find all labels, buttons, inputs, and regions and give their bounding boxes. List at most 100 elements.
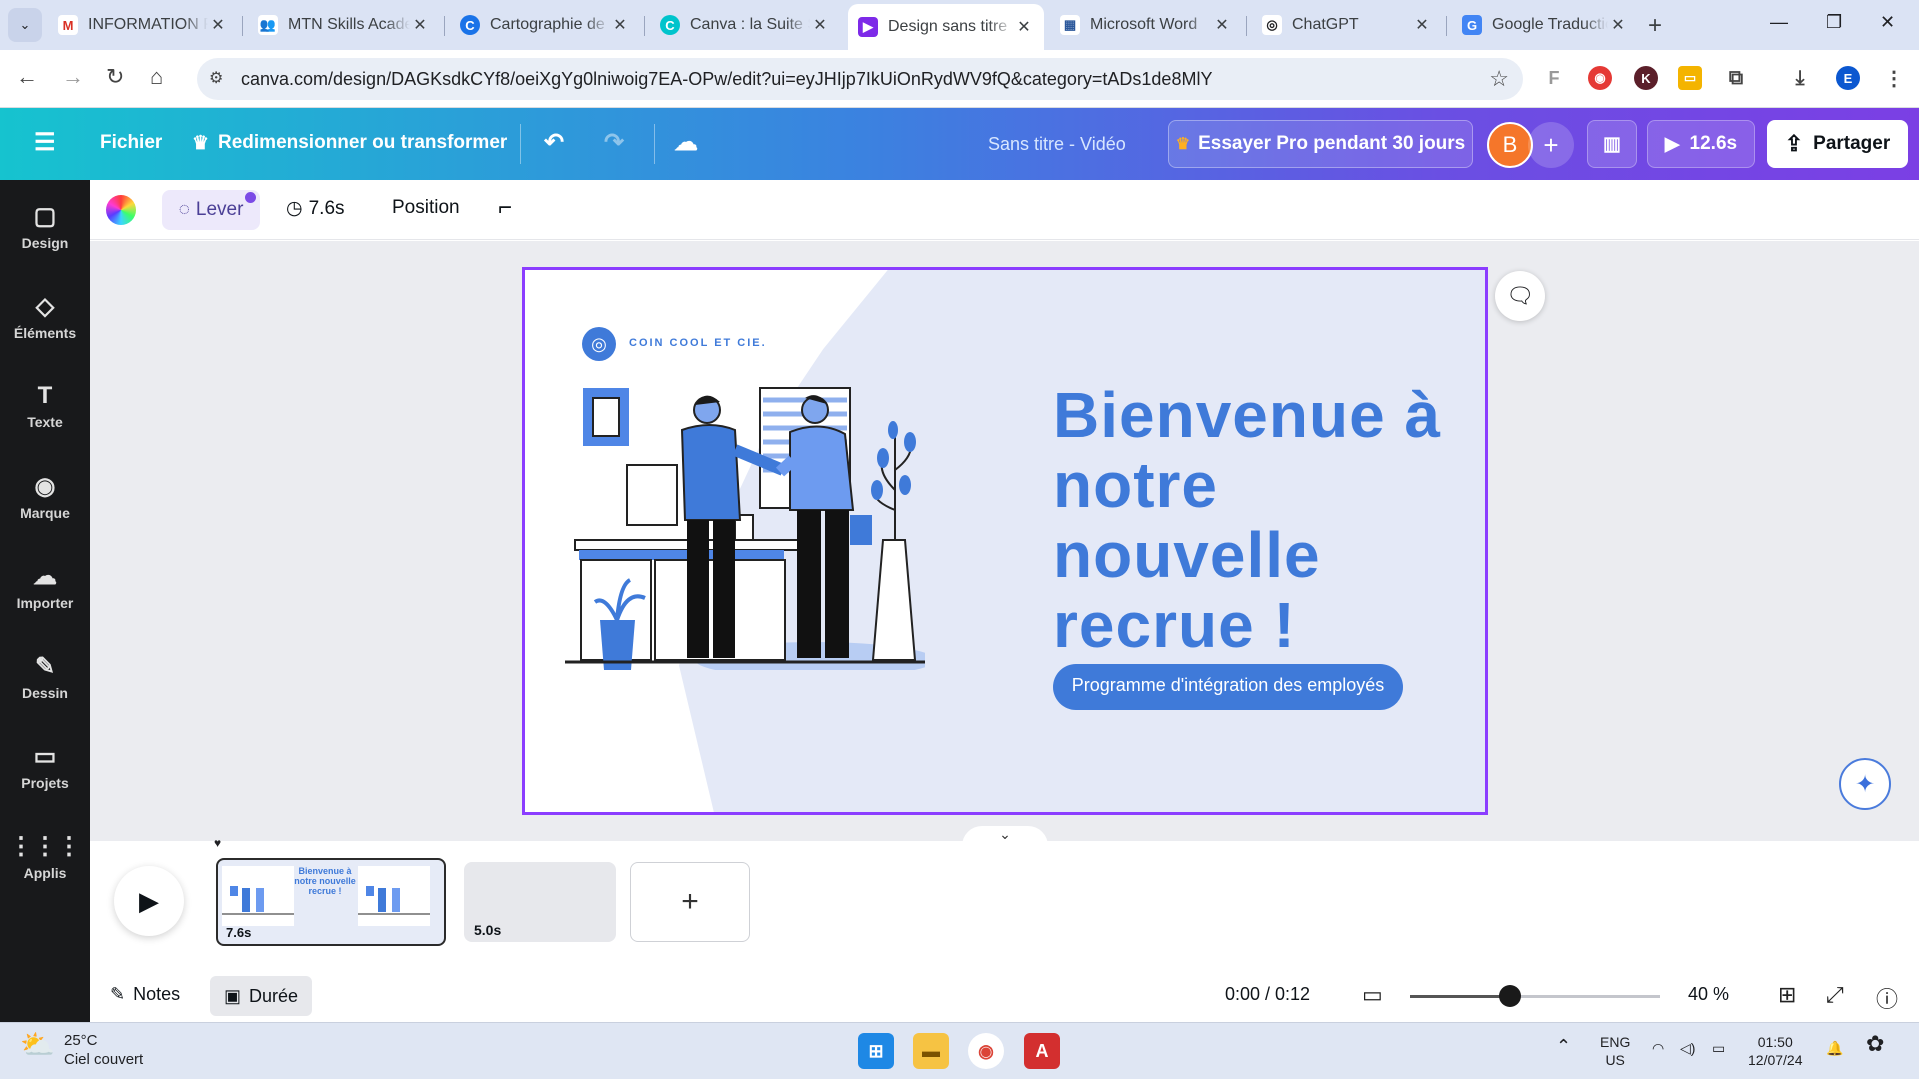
duration-button[interactable]: ◷ 7.6s [286, 197, 345, 220]
new-tab-button[interactable]: + [1648, 12, 1662, 40]
site-info-icon[interactable]: ⚙ [209, 68, 223, 88]
reload-icon[interactable]: ↻ [106, 64, 124, 90]
sidebar-item-label: Dessin [22, 685, 68, 701]
zoom-slider-knob[interactable] [1499, 985, 1521, 1007]
back-icon[interactable]: ← [16, 64, 38, 90]
try-pro-button[interactable]: ♛ Essayer Pro pendant 30 jours [1168, 120, 1473, 168]
tab-mtn-skills[interactable]: 👥 MTN Skills Acade ✕ [248, 6, 440, 44]
maximize-button[interactable]: ❐ [1826, 12, 1842, 33]
browser-menu-icon[interactable]: ⋮ [1882, 66, 1906, 90]
tab-microsoft-word[interactable]: ▦ Microsoft Word ✕ [1050, 6, 1242, 44]
magic-sparkle-icon[interactable]: ✦ [1839, 758, 1891, 810]
tab-title: Google Traductio [1492, 16, 1608, 33]
extension-k-icon[interactable]: K [1634, 66, 1658, 90]
tab-canva-suite[interactable]: C Canva : la Suite S ✕ [650, 6, 840, 44]
share-button[interactable]: ⇪ Partager [1767, 120, 1908, 168]
close-icon[interactable]: ✕ [1014, 17, 1034, 37]
notes-button[interactable]: ✎ Notes [110, 984, 180, 1005]
forward-icon[interactable]: → [62, 64, 84, 90]
clock[interactable]: 01:50 12/07/24 [1748, 1033, 1803, 1069]
help-icon[interactable]: ⓘ [1876, 982, 1898, 1014]
tray-overflow-icon[interactable]: ⌃ [1556, 1037, 1571, 1055]
sidebar-item-brand[interactable]: ◉ Marque [0, 472, 90, 521]
notification-bell-icon[interactable]: 🔔 [1826, 1039, 1843, 1057]
redo-icon[interactable]: ↷ [604, 128, 624, 157]
sidebar-item-design[interactable]: ▢ Design [0, 202, 90, 251]
windows-start-icon[interactable]: ⊞ [858, 1033, 894, 1069]
omnibox[interactable]: ⚙ canva.com/design/DAGKsdkCYf8/oeiXgYg0l… [197, 58, 1523, 100]
playhead-marker[interactable]: ♥ [214, 836, 221, 850]
extension-coupon-icon[interactable]: ▭ [1678, 66, 1702, 90]
design-slide[interactable]: ◎ COIN COOL ET CIE. Bienvenue à notre no… [522, 267, 1488, 815]
close-icon[interactable]: ✕ [410, 15, 430, 35]
upload-icon: ⇪ [1784, 131, 1804, 156]
notes-label: Notes [133, 984, 181, 1004]
sidebar-item-apps[interactable]: ⋮⋮⋮ Applis [0, 832, 90, 881]
position-button[interactable]: Position [392, 197, 460, 219]
minimize-button[interactable]: — [1770, 12, 1788, 33]
sidebar-item-draw[interactable]: ✎ Dessin [0, 652, 90, 701]
canva-video-icon: ▶ [858, 17, 878, 37]
profile-avatar[interactable]: E [1836, 66, 1860, 90]
tab-gmail[interactable]: M INFORMATION P ✕ [48, 6, 238, 44]
sidebar-item-text[interactable]: T Texte [0, 382, 90, 430]
sidebar-item-projects[interactable]: ▭ Projets [0, 742, 90, 791]
chrome-icon[interactable]: ◉ [968, 1033, 1004, 1069]
animate-button[interactable]: ◌ Lever [162, 190, 260, 230]
document-title[interactable]: Sans titre - Vidéo [988, 134, 1126, 155]
battery-icon[interactable]: ▭ [1712, 1039, 1725, 1057]
close-icon[interactable]: ✕ [810, 15, 830, 35]
close-icon[interactable]: ✕ [1608, 15, 1628, 35]
undo-icon[interactable]: ↶ [544, 128, 564, 157]
fullscreen-icon[interactable]: ⤢ [1826, 982, 1844, 1008]
close-icon[interactable]: ✕ [1412, 15, 1432, 35]
tab-design-active[interactable]: ▶ Design sans titre ✕ [848, 4, 1044, 50]
tab-chatgpt[interactable]: ◎ ChatGPT ✕ [1252, 6, 1442, 44]
tab-search-button[interactable]: ⌄ [8, 8, 42, 42]
insights-icon[interactable]: ▥ [1587, 120, 1637, 168]
tab-cartographie[interactable]: C Cartographie de ✕ [450, 6, 640, 44]
window-close-button[interactable]: ✕ [1880, 12, 1895, 33]
gmail-icon: M [58, 15, 78, 35]
download-icon[interactable]: ⤓ [1788, 66, 1812, 90]
tab-google-translate[interactable]: G Google Traductio ✕ [1452, 6, 1638, 44]
home-icon[interactable]: ⌂ [150, 64, 163, 90]
acrobat-icon[interactable]: A [1024, 1033, 1060, 1069]
close-icon[interactable]: ✕ [1212, 15, 1232, 35]
wifi-icon[interactable]: ◠ [1652, 1039, 1664, 1057]
volume-icon[interactable]: ◁) [1680, 1039, 1695, 1057]
bookmark-star-icon[interactable]: ☆ [1489, 66, 1509, 92]
paint-format-icon[interactable]: ⌐ [498, 194, 512, 222]
zoom-slider[interactable] [1410, 985, 1660, 1007]
input-language[interactable]: ENG US [1600, 1033, 1630, 1069]
timeline-clip-1[interactable]: Bienvenue à notre nouvelle recrue ! 7.6s [216, 858, 446, 946]
timeline-layout-icon[interactable]: ▭ [1362, 982, 1383, 1008]
timeline-clip-2[interactable]: 5.0s [464, 862, 616, 942]
extensions-puzzle-icon[interactable]: ⧉ [1724, 66, 1748, 90]
close-icon[interactable]: ✕ [208, 15, 228, 35]
duration-view-button[interactable]: ▣ Durée [210, 976, 312, 1016]
grid-view-icon[interactable]: ⊞ [1778, 982, 1796, 1008]
cloud-saved-icon[interactable]: ☁ [674, 128, 698, 157]
url-text[interactable]: canva.com/design/DAGKsdkCYf8/oeiXgYg0lni… [241, 69, 1212, 90]
add-comment-icon[interactable]: 🗨 [1495, 271, 1545, 321]
sidebar-item-uploads[interactable]: ☁ Importer [0, 562, 90, 611]
file-explorer-icon[interactable]: ▬ [913, 1033, 949, 1069]
menu-icon[interactable]: ☰ [34, 128, 56, 157]
invite-button[interactable]: + [1528, 122, 1574, 168]
extension-adblock-icon[interactable]: ◉ [1588, 66, 1612, 90]
extension-f-icon[interactable]: F [1542, 66, 1566, 90]
file-menu[interactable]: Fichier [100, 132, 162, 154]
user-avatar[interactable]: B [1487, 122, 1533, 168]
timeline-play-button[interactable]: ▶ [114, 866, 184, 936]
resize-button[interactable]: Redimensionner ou transformer [218, 132, 507, 154]
slide-subtitle-pill[interactable]: Programme d'intégration des employés [1053, 664, 1403, 710]
slide-headline[interactable]: Bienvenue à notre nouvelle recrue ! [1053, 380, 1463, 660]
add-clip-button[interactable]: + [630, 862, 750, 942]
sidebar-item-elements[interactable]: ◇ Éléments [0, 292, 90, 341]
color-picker-icon[interactable] [106, 195, 136, 225]
zoom-value[interactable]: 40 % [1688, 984, 1729, 1005]
close-icon[interactable]: ✕ [610, 15, 630, 35]
copilot-icon[interactable]: ✿ [1866, 1033, 1884, 1055]
present-play-button[interactable]: ▶ 12.6s [1647, 120, 1755, 168]
